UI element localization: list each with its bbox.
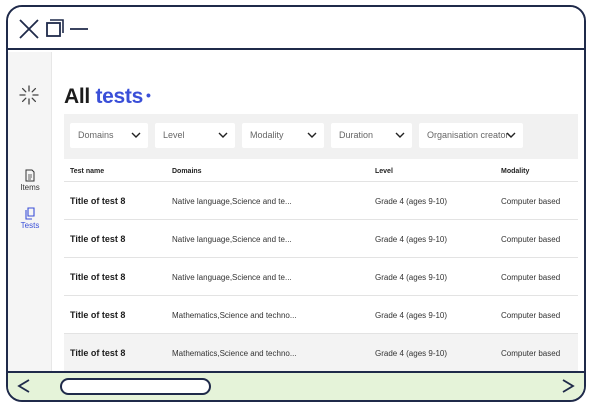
cell-level: Grade 4 (ages 9-10)	[375, 197, 448, 206]
starburst-icon[interactable]	[18, 84, 40, 106]
filter-bar: Domains Level Modality Duration Organisa…	[64, 114, 578, 159]
cell-test-name: Title of test 8	[70, 234, 126, 244]
chevron-down-icon	[307, 132, 317, 138]
cell-test-name: Title of test 8	[70, 196, 126, 206]
app-window: Items Tests All tests • Domains Level Mo…	[6, 5, 586, 402]
table-row[interactable]: Title of test 8 Mathematics,Science and …	[64, 334, 578, 372]
column-header-domains[interactable]: Domains	[172, 168, 202, 175]
sidebar-item-items[interactable]: Items	[8, 169, 52, 192]
column-header-level[interactable]: Level	[375, 168, 393, 175]
sidebar-item-tests[interactable]: Tests	[8, 207, 52, 230]
cell-test-name: Title of test 8	[70, 272, 126, 282]
cell-modality: Computer based	[501, 311, 561, 320]
main-panel: All tests • Domains Level Modality Durati…	[54, 52, 584, 375]
scrollbar-thumb[interactable]	[60, 378, 211, 395]
table-row[interactable]: Title of test 8 Native language,Science …	[64, 258, 578, 296]
filter-level[interactable]: Level	[155, 123, 235, 148]
tests-table: Test name Domains Level Modality Title o…	[64, 160, 578, 372]
chevron-right-icon[interactable]	[560, 378, 576, 394]
cell-level: Grade 4 (ages 9-10)	[375, 349, 448, 358]
filter-modality[interactable]: Modality	[242, 123, 324, 148]
column-header-modality[interactable]: Modality	[501, 168, 529, 175]
cell-domains: Native language,Science and te...	[172, 197, 292, 206]
app-content: Items Tests All tests • Domains Level Mo…	[8, 52, 584, 375]
minimize-icon[interactable]	[66, 16, 92, 42]
cell-test-name: Title of test 8	[70, 348, 126, 358]
cell-test-name: Title of test 8	[70, 310, 126, 320]
cell-modality: Computer based	[501, 235, 561, 244]
cell-domains: Mathematics,Science and techno...	[172, 349, 297, 358]
cell-domains: Native language,Science and te...	[172, 273, 292, 282]
chevron-down-icon	[506, 132, 516, 138]
table-row[interactable]: Title of test 8 Native language,Science …	[64, 182, 578, 220]
cell-modality: Computer based	[501, 349, 561, 358]
filter-domains[interactable]: Domains	[70, 123, 148, 148]
chevron-down-icon	[395, 132, 405, 138]
page-title: All tests •	[64, 85, 151, 108]
cell-modality: Computer based	[501, 197, 561, 206]
sidebar-item-label: Items	[20, 183, 40, 192]
copy-icon	[24, 207, 36, 220]
cell-level: Grade 4 (ages 9-10)	[375, 311, 448, 320]
chevron-down-icon	[218, 132, 228, 138]
document-icon	[24, 169, 36, 182]
cell-domains: Mathematics,Science and techno...	[172, 311, 297, 320]
cell-level: Grade 4 (ages 9-10)	[375, 235, 448, 244]
chevron-left-icon[interactable]	[16, 378, 32, 394]
horizontal-scrollbar[interactable]	[8, 371, 584, 400]
filter-duration[interactable]: Duration	[331, 123, 412, 148]
close-icon[interactable]	[16, 16, 42, 42]
table-header: Test name Domains Level Modality	[64, 160, 578, 182]
sidebar: Items Tests	[8, 52, 52, 375]
table-row[interactable]: Title of test 8 Mathematics,Science and …	[64, 296, 578, 334]
sidebar-item-label: Tests	[20, 221, 40, 230]
table-row[interactable]: Title of test 8 Native language,Science …	[64, 220, 578, 258]
column-header-test-name[interactable]: Test name	[70, 168, 104, 175]
title-bar	[8, 7, 584, 50]
cell-modality: Computer based	[501, 273, 561, 282]
cell-level: Grade 4 (ages 9-10)	[375, 273, 448, 282]
chevron-down-icon	[131, 132, 141, 138]
cell-domains: Native language,Science and te...	[172, 235, 292, 244]
filter-organisation-creator[interactable]: Organisation creator	[419, 123, 523, 148]
maximize-icon[interactable]	[41, 16, 67, 42]
